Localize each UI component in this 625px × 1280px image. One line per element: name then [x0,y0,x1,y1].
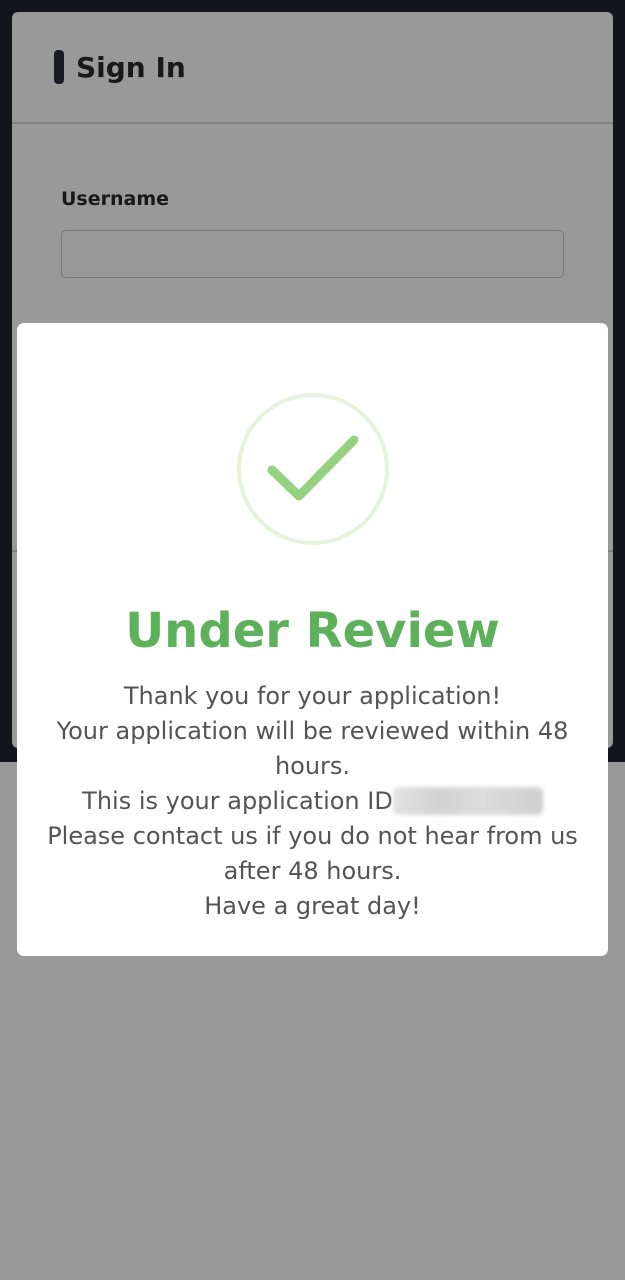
dialog-message: Thank you for your application! Your app… [42,679,583,924]
message-review: Your application will be reviewed within… [56,717,569,780]
message-contact: Please contact us if you do not hear fro… [47,822,578,885]
dialog-title: Under Review [125,603,500,659]
application-id-value [392,787,543,815]
application-id-label: This is your application ID [82,787,393,815]
under-review-dialog: Under Review Thank you for your applicat… [17,323,608,956]
message-closing: Have a great day! [204,892,421,920]
checkmark-circle-icon [237,393,389,545]
message-thanks: Thank you for your application! [123,682,502,710]
message-application-id: This is your application ID [42,784,583,819]
